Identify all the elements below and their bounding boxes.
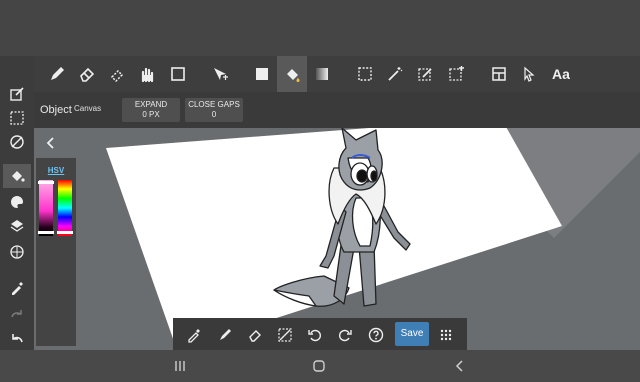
magic-wand-icon[interactable] bbox=[380, 56, 410, 92]
pen-icon[interactable] bbox=[42, 56, 72, 92]
expand-button[interactable]: EXPAND 0 PX bbox=[122, 98, 180, 122]
gradient-icon[interactable] bbox=[307, 56, 337, 92]
more-grid-icon[interactable] bbox=[435, 324, 457, 346]
text-tool-label: Aa bbox=[552, 66, 570, 82]
save-button[interactable]: Save bbox=[395, 322, 429, 346]
eraser-icon[interactable] bbox=[72, 56, 102, 92]
recents-icon[interactable] bbox=[172, 358, 188, 374]
eyedropper-icon[interactable] bbox=[183, 324, 205, 346]
grid-settings-icon[interactable] bbox=[3, 240, 31, 264]
fill-color-icon[interactable] bbox=[247, 56, 277, 92]
workspace bbox=[34, 128, 640, 350]
app-window: Aa Object Canvas EXPAND 0 PX CLOSE GAPS … bbox=[0, 0, 640, 382]
expand-value: 0 PX bbox=[142, 110, 160, 119]
status-bar bbox=[0, 0, 640, 56]
layers-icon[interactable] bbox=[3, 214, 31, 238]
help-icon[interactable] bbox=[365, 324, 387, 346]
main-toolbar: Aa bbox=[0, 56, 640, 92]
saturation-value-slider[interactable] bbox=[39, 180, 53, 236]
edit-icon[interactable] bbox=[3, 82, 31, 106]
hand-icon[interactable] bbox=[132, 56, 162, 92]
hue-slider[interactable] bbox=[58, 180, 72, 236]
object-select[interactable]: Canvas bbox=[74, 104, 101, 113]
eyedropper-icon[interactable] bbox=[3, 276, 31, 300]
bottom-toolbar: Save bbox=[173, 318, 467, 351]
pointer-icon[interactable] bbox=[514, 56, 544, 92]
object-label: Object bbox=[40, 104, 72, 116]
undo-icon[interactable] bbox=[3, 326, 31, 350]
left-rail bbox=[0, 56, 34, 350]
eraser-icon[interactable] bbox=[244, 324, 266, 346]
fill-tool-icon[interactable] bbox=[3, 164, 31, 188]
select-pen-icon[interactable] bbox=[410, 56, 440, 92]
collapse-panel-button[interactable] bbox=[36, 130, 66, 156]
smudge-icon[interactable] bbox=[102, 56, 132, 92]
select-filter-icon[interactable] bbox=[441, 56, 471, 92]
hue-slider-handle[interactable] bbox=[57, 231, 73, 234]
color-panel: HSV bbox=[36, 158, 76, 346]
home-icon[interactable] bbox=[311, 358, 327, 374]
hsv-mode-link[interactable]: HSV bbox=[36, 166, 76, 175]
sv-slider-handle[interactable] bbox=[38, 181, 54, 184]
system-nav-bar bbox=[0, 350, 640, 382]
transform-icon[interactable] bbox=[205, 56, 235, 92]
bucket-icon[interactable] bbox=[277, 56, 307, 92]
selection-icon[interactable] bbox=[3, 106, 31, 130]
rotate-canvas-icon[interactable] bbox=[3, 130, 31, 154]
back-icon[interactable] bbox=[452, 358, 468, 374]
expand-label: EXPAND bbox=[134, 100, 168, 109]
brush-icon[interactable] bbox=[214, 324, 236, 346]
clear-selection-icon[interactable] bbox=[274, 324, 296, 346]
canvas-area[interactable] bbox=[34, 128, 640, 350]
chevron-left-icon bbox=[46, 137, 54, 149]
text-icon[interactable]: Aa bbox=[545, 56, 577, 92]
layout-icon[interactable] bbox=[484, 56, 514, 92]
rectangle-icon[interactable] bbox=[163, 56, 193, 92]
close-gaps-label: CLOSE GAPS bbox=[188, 100, 240, 109]
rotate-left-icon[interactable] bbox=[304, 324, 326, 346]
redo-icon[interactable] bbox=[3, 302, 31, 326]
close-gaps-value: 0 bbox=[211, 110, 217, 119]
tool-options-bar: Object Canvas EXPAND 0 PX CLOSE GAPS 0 bbox=[32, 92, 640, 128]
palette-icon[interactable] bbox=[3, 190, 31, 214]
select-rect-icon[interactable] bbox=[350, 56, 380, 92]
sv-slider-handle-bottom[interactable] bbox=[38, 231, 54, 234]
rotate-right-icon[interactable] bbox=[334, 324, 356, 346]
close-gaps-button[interactable]: CLOSE GAPS 0 bbox=[185, 98, 243, 122]
